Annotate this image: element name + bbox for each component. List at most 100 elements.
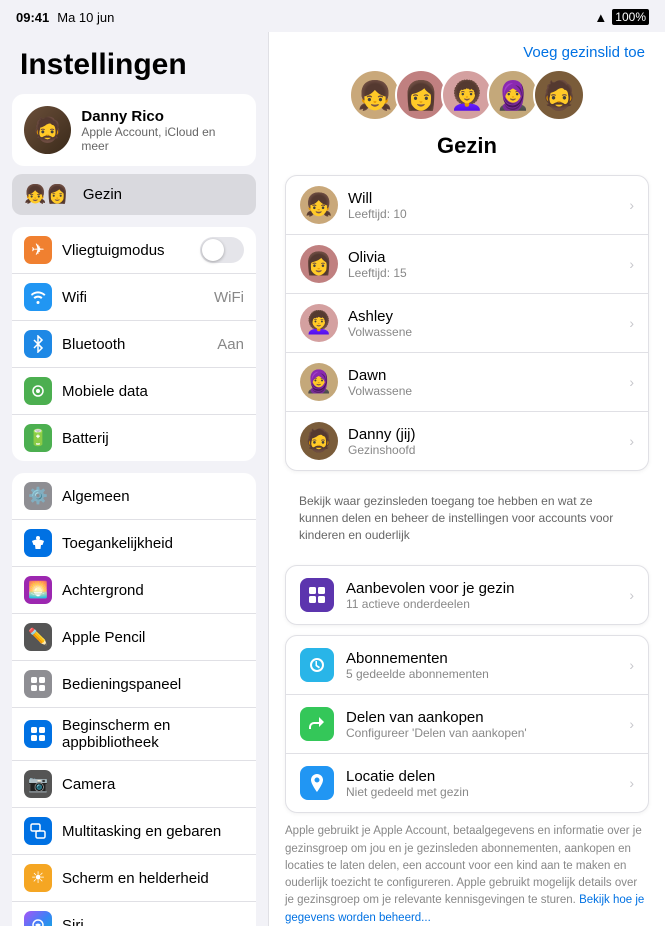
sidebar-item-siri[interactable]: Siri: [12, 902, 256, 926]
family-avatars: 👧 👩 👩‍🦱 🧕 🧔: [352, 69, 582, 121]
delen-info: Delen van aankopen Configureer 'Delen va…: [346, 709, 617, 740]
member-info-olivia: Olivia Leeftijd: 15: [348, 249, 619, 280]
abonnementen-info: Abonnementen 5 gedeelde abonnementen: [346, 650, 617, 681]
member-avatar-dawn: 🧕: [300, 363, 338, 401]
family-title: Gezin: [437, 133, 497, 159]
scherm-icon: ☀: [24, 864, 52, 892]
family-avatar-will: 👧: [349, 69, 401, 121]
member-role-danny: Gezinshoofd: [348, 443, 619, 457]
add-family-button[interactable]: Voeg gezinslid toe: [523, 44, 645, 61]
chevron-abonnementen: ›: [629, 657, 634, 673]
privacy-notice: Apple gebruikt je Apple Account, betaalg…: [285, 823, 649, 926]
sidebar-item-mobiele[interactable]: Mobiele data: [12, 368, 256, 415]
siri-icon: [24, 911, 52, 926]
sidebar: Instellingen 🧔 Danny Rico Apple Account,…: [0, 32, 268, 926]
toegankelijkheid-label: Toegankelijkheid: [62, 535, 244, 552]
member-name-ashley: Ashley: [348, 308, 619, 325]
right-header: Voeg gezinslid toe: [269, 32, 665, 61]
bluetooth-value: Aan: [217, 336, 244, 353]
action-item-abonnementen[interactable]: Abonnementen 5 gedeelde abonnementen ›: [286, 636, 648, 695]
sidebar-item-achtergrond[interactable]: 🌅 Achtergrond: [12, 567, 256, 614]
member-avatar-ashley: 👩‍🦱: [300, 304, 338, 342]
account-name: Danny Rico: [81, 108, 244, 125]
vliegtuig-icon: ✈: [24, 236, 52, 264]
member-danny[interactable]: 🧔 Danny (jij) Gezinshoofd ›: [286, 412, 648, 470]
family-notice-text: Bekijk waar gezinsleden toegang toe hebb…: [299, 494, 613, 542]
wifi-value: WiFi: [214, 289, 244, 306]
chevron-danny: ›: [629, 433, 634, 449]
sidebar-item-multitasking[interactable]: Multitasking en gebaren: [12, 808, 256, 855]
member-role-dawn: Volwassene: [348, 384, 619, 398]
mobiele-label: Mobiele data: [62, 383, 244, 400]
scherm-label: Scherm en helderheid: [62, 870, 244, 887]
locatie-icon: [300, 766, 334, 800]
member-info-dawn: Dawn Volwassene: [348, 367, 619, 398]
wifi-settings-icon: [24, 283, 52, 311]
sidebar-item-beginscherm[interactable]: Beginscherm en appbibliotheek: [12, 708, 256, 761]
member-name-danny: Danny (jij): [348, 426, 619, 443]
sidebar-item-bluetooth[interactable]: Bluetooth Aan: [12, 321, 256, 368]
chevron-will: ›: [629, 197, 634, 213]
family-label: Gezin: [83, 186, 122, 203]
member-role-will: Leeftijd: 10: [348, 207, 619, 221]
action-item-delen[interactable]: Delen van aankopen Configureer 'Delen va…: [286, 695, 648, 754]
member-info-danny: Danny (jij) Gezinshoofd: [348, 426, 619, 457]
sidebar-item-scherm[interactable]: ☀ Scherm en helderheid: [12, 855, 256, 902]
settings-group-general: ⚙️ Algemeen Toegankelijkheid 🌅 Achtergro…: [12, 473, 256, 926]
action-item-aanbevolen[interactable]: Aanbevolen voor je gezin 11 actieve onde…: [286, 566, 648, 624]
action-card-subs: Abonnementen 5 gedeelde abonnementen › D…: [285, 635, 649, 813]
batterij-icon: 🔋: [24, 424, 52, 452]
aanbevolen-icon: [300, 578, 334, 612]
sidebar-item-vliegtuig[interactable]: ✈ Vliegtuigmodus: [12, 227, 256, 274]
applepencil-icon: ✏️: [24, 623, 52, 651]
member-will[interactable]: 👧 Will Leeftijd: 10 ›: [286, 176, 648, 235]
chevron-ashley: ›: [629, 315, 634, 331]
family-mini-avatars: 👧 👩: [24, 184, 69, 205]
main-layout: Instellingen 🧔 Danny Rico Apple Account,…: [0, 32, 665, 926]
member-role-ashley: Volwassene: [348, 325, 619, 339]
sidebar-item-batterij[interactable]: 🔋 Batterij: [12, 415, 256, 461]
sidebar-item-applepencil[interactable]: ✏️ Apple Pencil: [12, 614, 256, 661]
status-icons: ▲ 100%: [594, 9, 649, 25]
mobiele-icon: [24, 377, 52, 405]
member-role-olivia: Leeftijd: 15: [348, 266, 619, 280]
member-name-will: Will: [348, 190, 619, 207]
vliegtuig-label: Vliegtuigmodus: [62, 242, 190, 259]
vliegtuig-toggle[interactable]: [200, 237, 244, 263]
account-card[interactable]: 🧔 Danny Rico Apple Account, iCloud en me…: [12, 94, 256, 166]
family-avatar-dawn: 🧕: [487, 69, 539, 121]
siri-label: Siri: [62, 917, 244, 926]
delen-title: Delen van aankopen: [346, 709, 617, 726]
status-date: Ma 10 jun: [57, 10, 114, 25]
privacy-link[interactable]: Bekijk hoe je gegevens worden beheerd...: [285, 894, 644, 923]
wifi-icon: ▲: [594, 10, 607, 25]
chevron-dawn: ›: [629, 374, 634, 390]
camera-icon: 📷: [24, 770, 52, 798]
right-panel: Voeg gezinslid toe 👧 👩 👩‍🦱 🧕 🧔 Gezin 👧 W…: [268, 32, 665, 926]
sidebar-item-wifi[interactable]: Wifi WiFi: [12, 274, 256, 321]
action-item-locatie[interactable]: Locatie delen Niet gedeeld met gezin ›: [286, 754, 648, 812]
member-olivia[interactable]: 👩 Olivia Leeftijd: 15 ›: [286, 235, 648, 294]
family-avatar-olivia: 👩: [395, 69, 447, 121]
algemeen-icon: ⚙️: [24, 482, 52, 510]
sidebar-item-family[interactable]: 👧 👩 Gezin: [12, 174, 256, 215]
family-notice: Bekijk waar gezinsleden toegang toe hebb…: [285, 483, 649, 553]
aanbevolen-info: Aanbevolen voor je gezin 11 actieve onde…: [346, 580, 617, 611]
chevron-aanbevolen: ›: [629, 587, 634, 603]
sidebar-item-bedieningspaneel[interactable]: Bedieningspaneel: [12, 661, 256, 708]
batterij-label: Batterij: [62, 430, 244, 447]
status-time: 09:41: [16, 10, 49, 25]
family-members-card: 👧 Will Leeftijd: 10 › 👩 Olivia Leeftijd:…: [285, 175, 649, 471]
multitasking-icon: [24, 817, 52, 845]
avatar: 🧔: [24, 106, 71, 154]
status-bar: 09:41 Ma 10 jun ▲ 100%: [0, 0, 665, 32]
algemeen-label: Algemeen: [62, 488, 244, 505]
member-avatar-olivia: 👩: [300, 245, 338, 283]
member-ashley[interactable]: 👩‍🦱 Ashley Volwassene ›: [286, 294, 648, 353]
sidebar-item-algemeen[interactable]: ⚙️ Algemeen: [12, 473, 256, 520]
delen-sub: Configureer 'Delen van aankopen': [346, 726, 617, 740]
sidebar-item-toegankelijkheid[interactable]: Toegankelijkheid: [12, 520, 256, 567]
sidebar-item-camera[interactable]: 📷 Camera: [12, 761, 256, 808]
member-dawn[interactable]: 🧕 Dawn Volwassene ›: [286, 353, 648, 412]
abonnementen-icon: [300, 648, 334, 682]
